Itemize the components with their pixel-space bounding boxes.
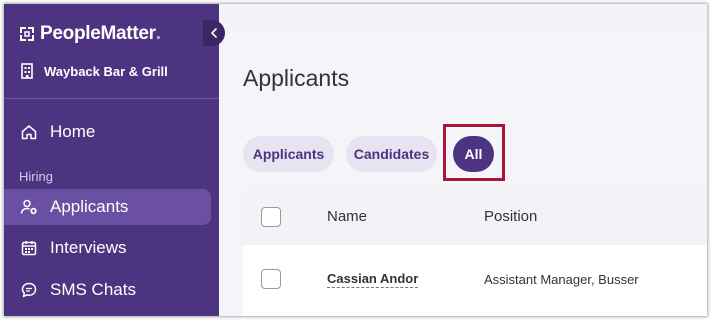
- brand-name: PeopleMatter: [40, 23, 156, 44]
- column-header-position[interactable]: Position: [484, 208, 537, 225]
- sidebar-divider: [4, 98, 219, 99]
- sidebar-item-label: Home: [50, 122, 96, 141]
- page-title: Applicants: [243, 65, 350, 91]
- sidebar-item-applicants[interactable]: Applicants: [4, 189, 211, 225]
- top-bar: [219, 4, 707, 33]
- column-header-name[interactable]: Name: [327, 208, 367, 225]
- row-checkbox[interactable]: [261, 269, 281, 289]
- select-all-checkbox[interactable]: [261, 207, 281, 227]
- chevron-left-icon: [211, 28, 217, 38]
- user-add-icon: [20, 199, 37, 215]
- location-name: Wayback Bar & Grill: [44, 63, 168, 79]
- peoplematter-logo-icon: [20, 27, 34, 41]
- annotation-highlight-box: [443, 124, 505, 181]
- applicants-table: Name Position Cassian Andor Assistant Ma…: [243, 188, 707, 316]
- table-row: Cassian Andor Assistant Manager, Busser: [243, 245, 707, 315]
- sidebar-item-home[interactable]: Home: [4, 114, 219, 150]
- calendar-icon: [21, 241, 37, 256]
- chat-bubble-icon: [21, 282, 37, 298]
- filter-chip-applicants[interactable]: Applicants: [243, 136, 334, 172]
- filter-chip-candidates[interactable]: Candidates: [346, 136, 437, 172]
- home-icon: [21, 125, 37, 140]
- app-window: PeopleMatter. Wayback Bar & Grill Home H…: [4, 4, 707, 316]
- sidebar-item-sms-chats[interactable]: SMS Chats: [4, 272, 219, 308]
- brand-dot: .: [155, 23, 161, 44]
- location-switcher[interactable]: Wayback Bar & Grill: [20, 63, 168, 79]
- main-content: Applicants Applicants Candidates All Nam…: [219, 33, 707, 316]
- brand-logo[interactable]: PeopleMatter.: [18, 23, 161, 45]
- sidebar-item-interviews[interactable]: Interviews: [4, 230, 219, 266]
- nav-section-hiring: Hiring: [19, 169, 53, 184]
- sidebar: PeopleMatter. Wayback Bar & Grill Home H…: [4, 4, 219, 316]
- applicant-name-link[interactable]: Cassian Andor: [327, 271, 419, 288]
- table-header: Name Position: [243, 188, 707, 245]
- sidebar-item-label: Interviews: [50, 238, 127, 257]
- applicant-position: Assistant Manager, Busser: [484, 272, 639, 287]
- building-icon: [21, 63, 33, 79]
- sidebar-item-label: Applicants: [50, 197, 129, 216]
- sidebar-item-label: SMS Chats: [50, 280, 136, 299]
